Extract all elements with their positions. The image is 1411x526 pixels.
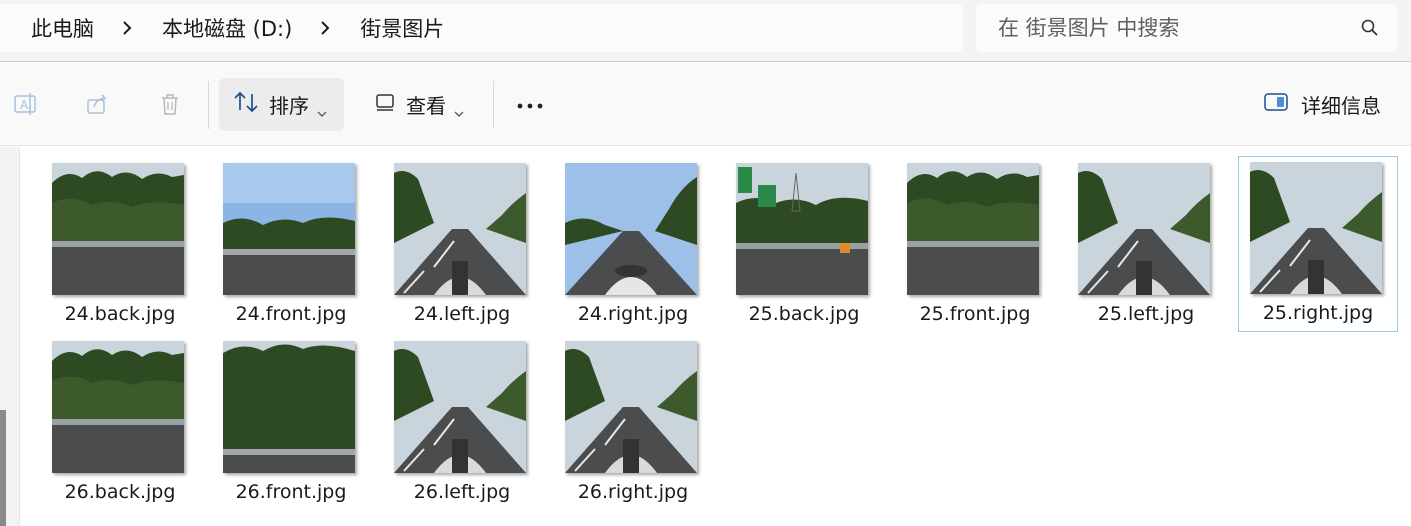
chevron-right-icon[interactable] (314, 17, 336, 39)
details-label: 详细信息 (1301, 94, 1381, 118)
image-thumbnail (736, 163, 868, 295)
image-thumbnail (394, 163, 526, 295)
image-thumbnail (223, 341, 355, 473)
file-name: 26.left.jpg (413, 481, 511, 503)
toolbar-divider (208, 81, 209, 129)
file-name: 24.front.jpg (235, 303, 347, 325)
image-thumbnail (1250, 162, 1382, 294)
sort-icon (233, 90, 259, 119)
share-icon[interactable] (83, 89, 113, 119)
file-item[interactable]: 24.front.jpg (211, 157, 371, 333)
more-icon (516, 95, 544, 114)
breadcrumb-item-this-pc[interactable]: 此电脑 (31, 13, 94, 43)
command-bar: A 排序 查看 详细信息 (0, 63, 1411, 146)
file-item[interactable]: 26.front.jpg (211, 335, 371, 511)
breadcrumb[interactable]: 此电脑 本地磁盘 (D:) 街景图片 (0, 4, 963, 52)
more-options-button[interactable] (508, 78, 552, 131)
image-thumbnail (52, 341, 184, 473)
file-name: 24.back.jpg (64, 303, 176, 325)
details-pane-icon (1263, 91, 1289, 118)
search-icon[interactable] (1360, 18, 1380, 38)
file-name: 26.right.jpg (577, 481, 689, 503)
chevron-down-icon (317, 100, 327, 117)
breadcrumb-item-local-disk[interactable]: 本地磁盘 (D:) (162, 13, 292, 43)
chevron-right-icon[interactable] (116, 17, 138, 39)
file-item-selected[interactable]: 25.right.jpg (1238, 156, 1398, 332)
chevron-down-icon (454, 100, 464, 117)
image-thumbnail (394, 341, 526, 473)
file-item[interactable]: 25.back.jpg (724, 157, 884, 333)
image-thumbnail (565, 163, 697, 295)
file-item[interactable]: 25.left.jpg (1066, 157, 1226, 333)
file-item[interactable]: 24.right.jpg (553, 157, 713, 333)
file-item[interactable]: 26.back.jpg (40, 335, 200, 511)
view-icon (374, 91, 396, 118)
file-item[interactable]: 25.front.jpg (895, 157, 1055, 333)
file-name: 26.front.jpg (235, 481, 347, 503)
sort-label: 排序 (269, 94, 309, 118)
file-item[interactable]: 26.left.jpg (382, 335, 542, 511)
toolbar-divider (493, 81, 494, 129)
svg-text:A: A (20, 98, 29, 112)
details-pane-button[interactable]: 详细信息 (1255, 78, 1395, 131)
breadcrumb-item-current-folder[interactable]: 街景图片 (360, 13, 444, 43)
scrollbar-thumb[interactable] (0, 410, 6, 526)
file-item[interactable]: 24.back.jpg (40, 157, 200, 333)
file-name: 24.left.jpg (413, 303, 511, 325)
file-name: 25.left.jpg (1097, 303, 1195, 325)
image-thumbnail (52, 163, 184, 295)
rename-icon[interactable]: A (11, 89, 41, 119)
image-thumbnail (907, 163, 1039, 295)
file-name: 25.front.jpg (919, 303, 1031, 325)
address-row: 此电脑 本地磁盘 (D:) 街景图片 (0, 0, 1411, 62)
file-name: 25.right.jpg (1262, 302, 1374, 324)
file-item[interactable]: 24.left.jpg (382, 157, 542, 333)
file-name: 25.back.jpg (748, 303, 860, 325)
file-name: 24.right.jpg (577, 303, 689, 325)
search-input[interactable] (998, 16, 1338, 40)
search-box[interactable] (976, 4, 1398, 52)
sort-button[interactable]: 排序 (219, 78, 344, 131)
image-thumbnail (565, 341, 697, 473)
file-name: 26.back.jpg (64, 481, 176, 503)
view-button[interactable]: 查看 (360, 78, 490, 131)
file-item[interactable]: 26.right.jpg (553, 335, 713, 511)
view-label: 查看 (406, 94, 446, 118)
image-thumbnail (1078, 163, 1210, 295)
image-thumbnail (223, 163, 355, 295)
delete-icon[interactable] (155, 89, 185, 119)
